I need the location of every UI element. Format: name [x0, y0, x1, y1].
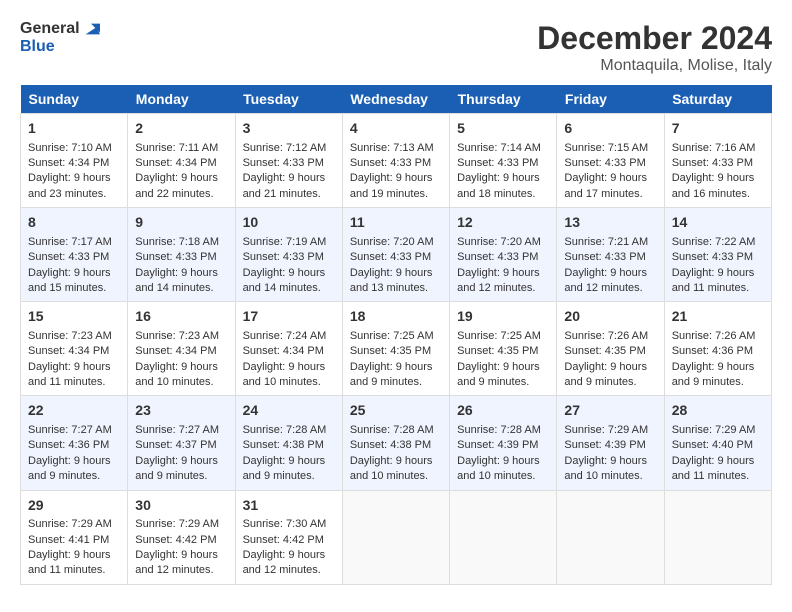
table-row: 16Sunrise: 7:23 AMSunset: 4:34 PMDayligh… [128, 302, 235, 396]
col-wednesday: Wednesday [342, 85, 449, 114]
page-header: General Blue December 2024 Montaquila, M… [20, 20, 772, 75]
table-row: 9Sunrise: 7:18 AMSunset: 4:33 PMDaylight… [128, 208, 235, 302]
table-row: 2Sunrise: 7:11 AMSunset: 4:34 PMDaylight… [128, 114, 235, 208]
table-row: 5Sunrise: 7:14 AMSunset: 4:33 PMDaylight… [450, 114, 557, 208]
calendar-week-4: 22Sunrise: 7:27 AMSunset: 4:36 PMDayligh… [21, 396, 772, 490]
table-row [342, 490, 449, 584]
table-row: 18Sunrise: 7:25 AMSunset: 4:35 PMDayligh… [342, 302, 449, 396]
table-row: 24Sunrise: 7:28 AMSunset: 4:38 PMDayligh… [235, 396, 342, 490]
col-monday: Monday [128, 85, 235, 114]
table-row: 12Sunrise: 7:20 AMSunset: 4:33 PMDayligh… [450, 208, 557, 302]
table-row: 23Sunrise: 7:27 AMSunset: 4:37 PMDayligh… [128, 396, 235, 490]
calendar-week-1: 1Sunrise: 7:10 AMSunset: 4:34 PMDaylight… [21, 114, 772, 208]
logo: General Blue [20, 20, 100, 56]
table-row: 31Sunrise: 7:30 AMSunset: 4:42 PMDayligh… [235, 490, 342, 584]
col-friday: Friday [557, 85, 664, 114]
table-row: 6Sunrise: 7:15 AMSunset: 4:33 PMDaylight… [557, 114, 664, 208]
col-thursday: Thursday [450, 85, 557, 114]
table-row: 13Sunrise: 7:21 AMSunset: 4:33 PMDayligh… [557, 208, 664, 302]
table-row: 14Sunrise: 7:22 AMSunset: 4:33 PMDayligh… [664, 208, 771, 302]
table-row: 28Sunrise: 7:29 AMSunset: 4:40 PMDayligh… [664, 396, 771, 490]
table-row: 1Sunrise: 7:10 AMSunset: 4:34 PMDaylight… [21, 114, 128, 208]
table-row [450, 490, 557, 584]
table-row: 20Sunrise: 7:26 AMSunset: 4:35 PMDayligh… [557, 302, 664, 396]
table-row [664, 490, 771, 584]
title-block: December 2024 Montaquila, Molise, Italy [537, 20, 772, 75]
table-row: 22Sunrise: 7:27 AMSunset: 4:36 PMDayligh… [21, 396, 128, 490]
col-saturday: Saturday [664, 85, 771, 114]
table-row: 8Sunrise: 7:17 AMSunset: 4:33 PMDaylight… [21, 208, 128, 302]
table-row: 19Sunrise: 7:25 AMSunset: 4:35 PMDayligh… [450, 302, 557, 396]
table-row: 25Sunrise: 7:28 AMSunset: 4:38 PMDayligh… [342, 396, 449, 490]
table-row: 30Sunrise: 7:29 AMSunset: 4:42 PMDayligh… [128, 490, 235, 584]
table-row: 4Sunrise: 7:13 AMSunset: 4:33 PMDaylight… [342, 114, 449, 208]
logo-text-blue: Blue [20, 38, 100, 56]
table-row: 3Sunrise: 7:12 AMSunset: 4:33 PMDaylight… [235, 114, 342, 208]
table-row: 7Sunrise: 7:16 AMSunset: 4:33 PMDaylight… [664, 114, 771, 208]
table-row: 21Sunrise: 7:26 AMSunset: 4:36 PMDayligh… [664, 302, 771, 396]
table-row: 29Sunrise: 7:29 AMSunset: 4:41 PMDayligh… [21, 490, 128, 584]
calendar-week-2: 8Sunrise: 7:17 AMSunset: 4:33 PMDaylight… [21, 208, 772, 302]
month-title: December 2024 [537, 20, 772, 57]
table-row [557, 490, 664, 584]
location-subtitle: Montaquila, Molise, Italy [537, 57, 772, 75]
col-sunday: Sunday [21, 85, 128, 114]
header-row: Sunday Monday Tuesday Wednesday Thursday… [21, 85, 772, 114]
table-row: 17Sunrise: 7:24 AMSunset: 4:34 PMDayligh… [235, 302, 342, 396]
col-tuesday: Tuesday [235, 85, 342, 114]
logo-text-general: General [20, 20, 100, 38]
table-row: 10Sunrise: 7:19 AMSunset: 4:33 PMDayligh… [235, 208, 342, 302]
table-row: 11Sunrise: 7:20 AMSunset: 4:33 PMDayligh… [342, 208, 449, 302]
calendar-week-3: 15Sunrise: 7:23 AMSunset: 4:34 PMDayligh… [21, 302, 772, 396]
calendar-week-5: 29Sunrise: 7:29 AMSunset: 4:41 PMDayligh… [21, 490, 772, 584]
table-row: 27Sunrise: 7:29 AMSunset: 4:39 PMDayligh… [557, 396, 664, 490]
calendar-table: Sunday Monday Tuesday Wednesday Thursday… [20, 85, 772, 585]
table-row: 15Sunrise: 7:23 AMSunset: 4:34 PMDayligh… [21, 302, 128, 396]
table-row: 26Sunrise: 7:28 AMSunset: 4:39 PMDayligh… [450, 396, 557, 490]
